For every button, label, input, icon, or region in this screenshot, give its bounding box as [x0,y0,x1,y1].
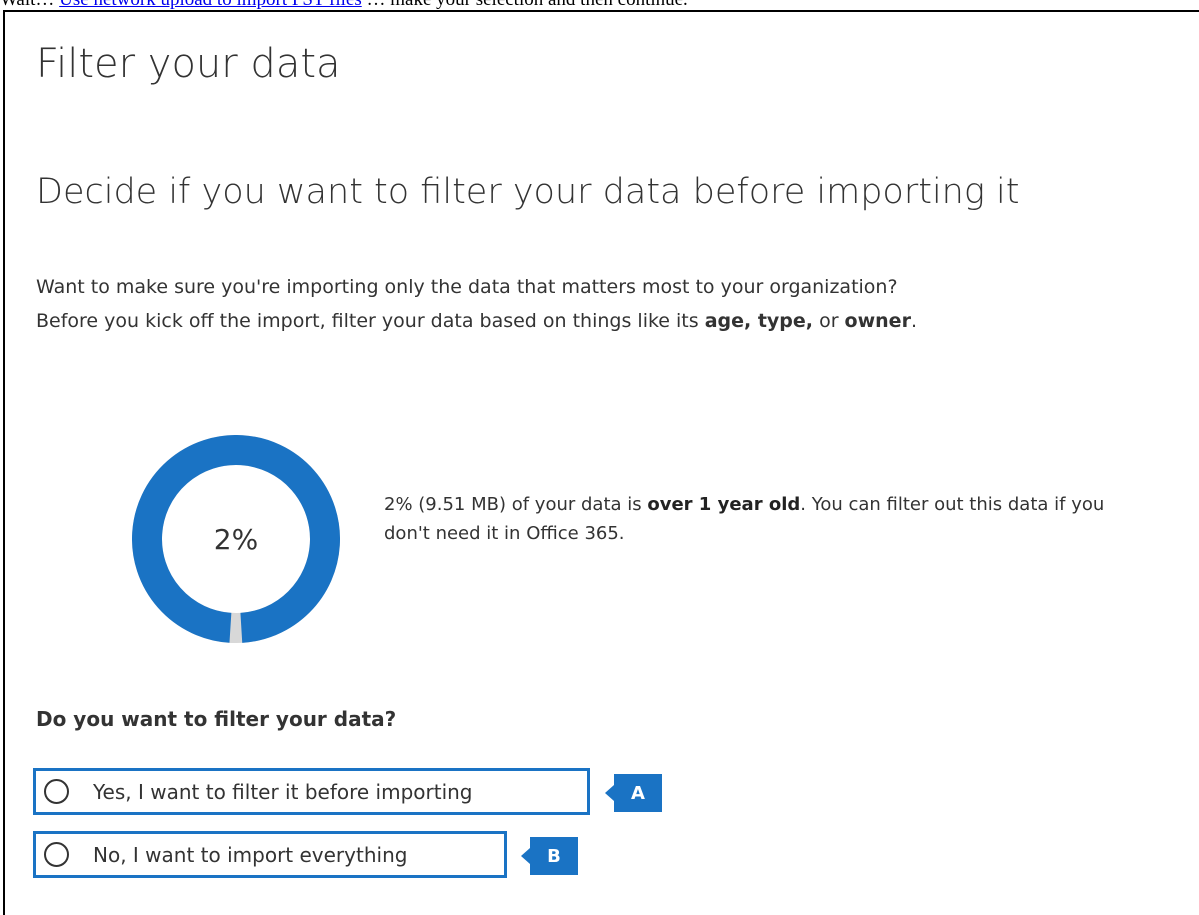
stat-bold: over 1 year old [647,494,801,515]
option-no-import-all[interactable]: No, I want to import everything [33,831,507,878]
donut-percent-label: 2% [213,522,259,556]
option-yes-filter[interactable]: Yes, I want to filter it before importin… [33,768,590,815]
filter-question: Do you want to filter your data? [36,707,397,731]
callout-badge-b: B [521,837,578,875]
callout-badge-a: A [605,774,662,812]
page-title: Filter your data [36,41,341,87]
intro-line-1: Want to make sure you're importing only … [36,276,898,298]
intro-period: . [910,310,917,332]
option-no-label: No, I want to import everything [93,842,408,867]
top-line-prefix: Wait… [0,0,59,10]
intro-line-2: Before you kick off the import, filter y… [36,310,705,332]
top-line-suffix: … make your selection and then continue. [362,0,687,10]
section-title: Decide if you want to filter your data b… [36,172,1020,212]
intro-bold-age-type: age, type, [704,310,814,332]
intro-bold-owner: owner [844,310,911,332]
intro-text: Want to make sure you're importing only … [36,270,1186,338]
data-age-stat-text: 2% (9.51 MB) of your data is over 1 year… [384,490,1144,548]
option-yes-label: Yes, I want to filter it before importin… [93,779,473,804]
radio-circle-icon[interactable] [44,779,69,804]
stat-before: 2% (9.51 MB) of your data is [384,494,648,515]
intro-or: or [813,310,845,332]
top-text-line: Wait… Use network upload to import PST f… [0,0,1199,10]
network-upload-link[interactable]: Use network upload to import PST files [59,0,362,10]
radio-circle-icon[interactable] [44,842,69,867]
